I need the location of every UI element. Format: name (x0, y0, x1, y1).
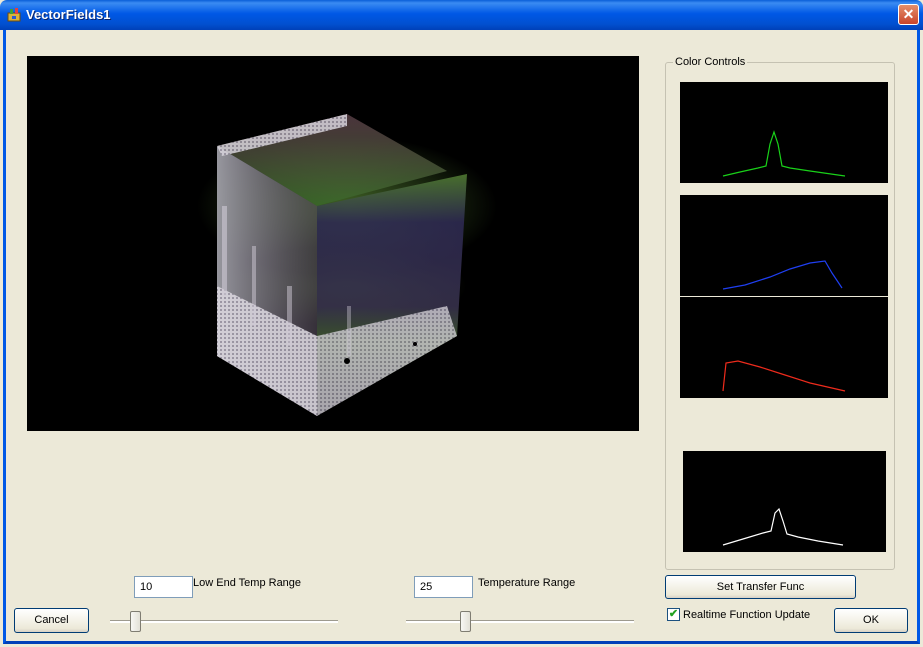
title-bar[interactable]: VectorFields1 ✕ (0, 0, 923, 30)
temp-range-input[interactable] (414, 576, 473, 598)
close-button[interactable]: ✕ (898, 4, 919, 25)
ok-button-label: OK (863, 614, 879, 626)
close-icon: ✕ (902, 6, 915, 22)
green-transfer-function[interactable] (680, 82, 888, 183)
color-controls-label: Color Controls (673, 56, 748, 68)
app-icon (7, 8, 21, 22)
low-temp-input[interactable] (134, 576, 193, 598)
red-transfer-function[interactable] (680, 297, 888, 398)
realtime-update-checkbox[interactable]: ✔ (667, 608, 680, 621)
checkmark-icon: ✔ (668, 608, 679, 620)
ok-button[interactable]: OK (834, 608, 908, 633)
low-temp-slider-thumb[interactable] (130, 611, 142, 632)
low-temp-slider-track[interactable] (110, 620, 338, 623)
window-title: VectorFields1 (26, 7, 111, 22)
blue-transfer-function[interactable] (680, 195, 888, 296)
alpha-transfer-function[interactable] (683, 451, 886, 552)
cancel-button-label: Cancel (34, 614, 69, 626)
temp-range-slider-thumb[interactable] (460, 611, 472, 632)
green-curve (722, 130, 846, 177)
temp-range-label: Temperature Range (478, 577, 576, 589)
cancel-button[interactable]: Cancel (14, 608, 89, 633)
set-transfer-func-label: Set Transfer Func (716, 581, 805, 593)
low-temp-label: Low End Temp Range (193, 577, 302, 589)
temp-range-slider-track[interactable] (406, 620, 634, 623)
volume-render-image (197, 114, 497, 416)
blue-curve (722, 260, 843, 290)
realtime-update-label: Realtime Function Update (683, 609, 811, 621)
set-transfer-func-button[interactable]: Set Transfer Func (665, 575, 856, 599)
dialog-client-area: Color Controls Low End Temp Range Temper… (3, 30, 920, 644)
alpha-curve (722, 507, 844, 546)
red-curve (722, 360, 846, 392)
volume-render-viewport[interactable] (27, 56, 639, 431)
